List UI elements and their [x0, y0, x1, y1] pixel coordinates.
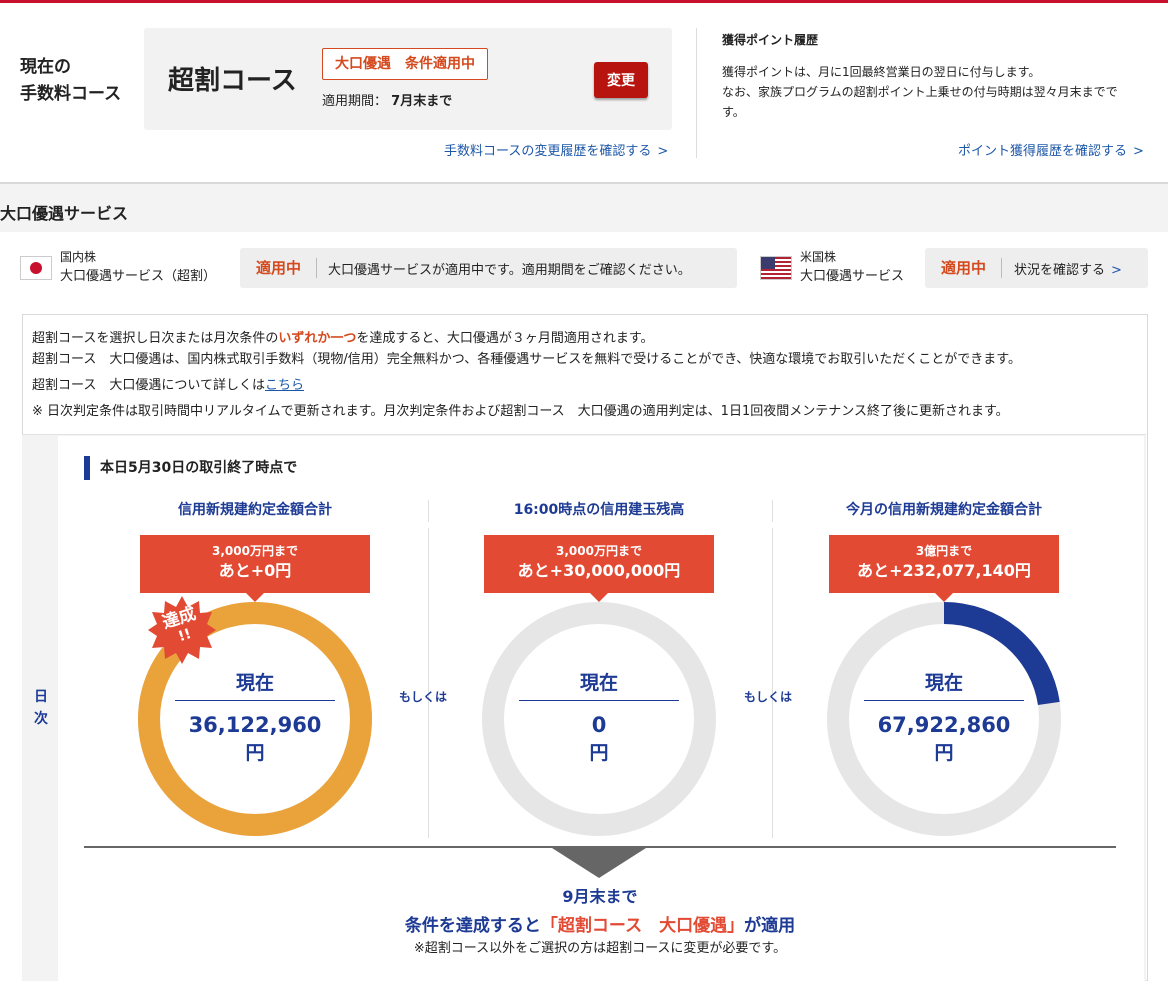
domestic-status: 適用中	[256, 259, 302, 277]
info-line3-pre: 超割コース 大口優遇について詳しくは	[32, 378, 265, 393]
course-name: 超割コース	[168, 66, 297, 96]
remaining-1: あと+0円	[218, 561, 292, 580]
us-status: 適用中	[941, 259, 987, 277]
points-history-title: 獲得ポイント履歴	[722, 33, 819, 47]
as-of-heading: 本日5月30日の取引終了時点で	[84, 456, 297, 480]
info-line1-pre: 超割コースを選択し日次または月次条件の	[32, 331, 279, 346]
now-label: 現在	[175, 670, 335, 701]
column-divider	[772, 528, 773, 838]
us-label-line2: 大口優遇サービス	[800, 269, 905, 284]
remaining-callout-2: 3,000万円まで あと+30,000,000円	[484, 535, 714, 602]
info-line1-post: を達成すると、大口優遇が３ヶ月間適用されます。	[356, 331, 654, 346]
chevron-right-icon: >	[1133, 144, 1144, 159]
column-divider	[772, 500, 773, 522]
us-status-link[interactable]: 状況を確認する >	[1014, 259, 1122, 278]
domestic-label-line2: 大口優遇サービス（超割）	[60, 269, 217, 284]
daily-side-label: 日 次	[34, 686, 48, 730]
section-title: 大口優遇サービス	[0, 204, 129, 223]
info-line1: 超割コースを選択し日次または月次条件のいずれか一つを達成すると、大口優遇が３ヶ月…	[32, 327, 654, 346]
status-separator	[1001, 258, 1002, 278]
column-divider	[428, 528, 429, 838]
now-label: 現在	[864, 670, 1024, 701]
current-value-1: 36,122,960	[188, 713, 322, 737]
threshold-3: 3億円まで	[915, 544, 973, 558]
condition-highlight: 「超割コース 大口優遇」	[540, 916, 745, 936]
course-period: 適用期間： 7月末まで	[322, 90, 452, 109]
course-change-note: ※超割コース以外をご選択の方は超割コースに変更が必要です。	[413, 941, 787, 956]
condition-title-1: 信用新規建約定金額合計	[178, 502, 332, 518]
remaining-callout-3: 3億円まで あと+232,077,140円	[829, 535, 1059, 602]
current-fee-course-label: 現在の 手数料コース	[20, 54, 121, 108]
now-label: 現在	[519, 670, 679, 701]
vertical-divider	[696, 28, 697, 158]
details-link[interactable]: こちら	[265, 378, 304, 393]
condition-title-3: 今月の信用新規建約定金額合計	[846, 502, 1042, 518]
points-history-link[interactable]: ポイント獲得履歴を確認する >	[958, 140, 1144, 159]
daily-side-label-2: 次	[34, 711, 48, 727]
ring-center-2: 現在 0 円	[519, 670, 679, 767]
points-history-link-label: ポイント獲得履歴を確認する	[958, 144, 1128, 159]
points-description: 獲得ポイントは、月に1回最終営業日の翌日に付与します。 なお、家族プログラムの超…	[722, 62, 1152, 122]
us-status-link-label: 状況を確認する	[1014, 263, 1106, 278]
points-line2: なお、家族プログラムの超割ポイント上乗せの付与時期は翌々月末までで	[722, 85, 1118, 99]
unit-label: 円	[589, 742, 609, 764]
condition-title-2: 16:00時点の信用建玉残高	[513, 502, 685, 518]
course-label-line1: 現在の	[20, 57, 71, 77]
info-line4: ※ 日次判定条件は取引時間中リアルタイムで更新されます。月次判定条件および超割コ…	[32, 404, 1009, 419]
threshold-1: 3,000万円まで	[212, 544, 298, 558]
condition-post: が適用	[744, 916, 796, 936]
info-line1-highlight: いずれか一つ	[278, 331, 357, 346]
column-divider	[428, 500, 429, 522]
condition-pre: 条件を達成すると	[404, 916, 541, 936]
fee-history-link-label: 手数料コースの変更履歴を確認する	[444, 144, 652, 159]
us-flag-icon	[760, 256, 792, 280]
remaining-callout-1: 3,000万円まで あと+0円	[140, 535, 370, 602]
status-separator	[316, 258, 317, 278]
section-header-band	[0, 184, 1168, 232]
remaining-3: あと+232,077,140円	[857, 561, 1031, 580]
info-line2: 超割コース 大口優遇は、国内株式取引手数料（現物/信用）完全無料かつ、各種優遇サ…	[32, 352, 1022, 367]
domestic-label-line1: 国内株	[60, 250, 97, 264]
down-arrow-icon	[552, 848, 646, 878]
unit-label: 円	[245, 742, 265, 764]
or-label-2: もしくは	[744, 690, 793, 704]
domestic-service-label: 国内株 大口優遇サービス（超割）	[60, 247, 216, 287]
domestic-status-message: 大口優遇サービスが適用中です。適用期間をご確認ください。	[328, 263, 691, 278]
japan-flag-icon	[20, 256, 52, 280]
course-status-badge: 大口優遇 条件適用中	[322, 48, 488, 80]
course-period-value: 7月末まで	[391, 94, 453, 109]
info-line3: 超割コース 大口優遇について詳しくはこちら	[32, 374, 304, 393]
chevron-right-icon: >	[657, 144, 669, 159]
threshold-2: 3,000万円まで	[556, 544, 642, 558]
condition-result-text: 条件を達成すると「超割コース 大口優遇」が適用	[300, 911, 900, 936]
course-label-line2: 手数料コース	[20, 84, 122, 104]
fee-history-link[interactable]: 手数料コースの変更履歴を確認する >	[444, 140, 668, 159]
current-value-3: 67,922,860	[877, 713, 1011, 737]
points-line3: す。	[722, 105, 745, 119]
ring-center-3: 現在 67,922,860 円	[864, 670, 1024, 767]
change-course-button[interactable]: 変更	[594, 62, 648, 98]
deadline-text: 9月末まで	[562, 887, 638, 906]
us-label-line1: 米国株	[800, 250, 837, 264]
us-status-box: 適用中 状況を確認する >	[925, 248, 1148, 288]
ring-center-1: 現在 36,122,960 円	[175, 670, 335, 767]
fee-course-box: 超割コース 大口優遇 条件適用中 適用期間： 7月末まで 変更	[144, 28, 672, 130]
domestic-status-box: 適用中 大口優遇サービスが適用中です。適用期間をご確認ください。	[240, 248, 737, 288]
us-service-label: 米国株 大口優遇サービス	[800, 247, 904, 287]
points-line1: 獲得ポイントは、月に1回最終営業日の翌日に付与します。	[722, 65, 1041, 79]
chevron-right-icon: >	[1111, 263, 1122, 278]
daily-side-label-1: 日	[34, 689, 48, 705]
remaining-2: あと+30,000,000円	[517, 561, 681, 580]
current-value-2: 0	[591, 713, 607, 737]
course-period-label: 適用期間：	[322, 94, 388, 109]
unit-label: 円	[934, 742, 954, 764]
top-accent-rule	[0, 0, 1168, 3]
or-label-1: もしくは	[399, 690, 448, 704]
